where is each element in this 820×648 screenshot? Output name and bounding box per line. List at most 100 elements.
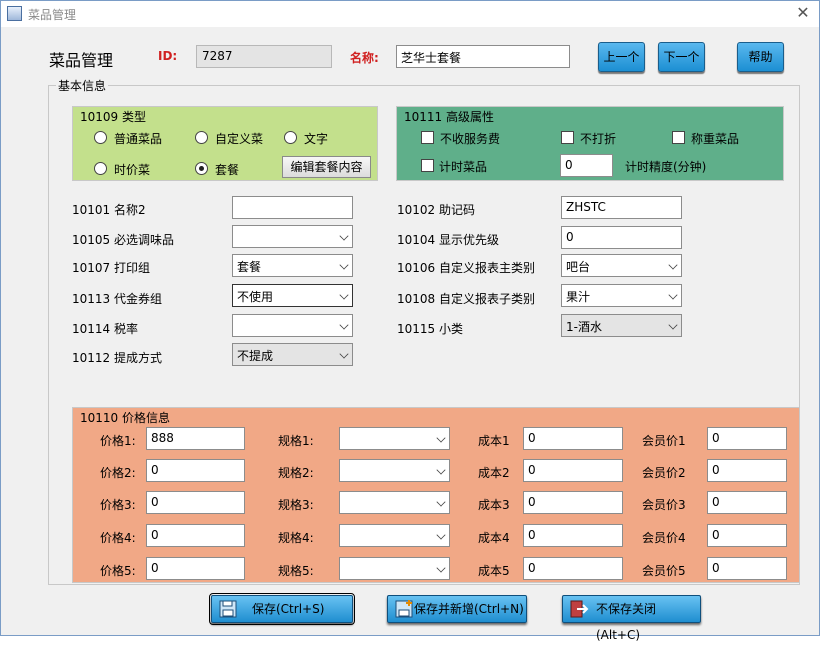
close-icon[interactable]: ✕ [793, 3, 813, 23]
edit-set-meal-button[interactable]: 编辑套餐内容 [282, 156, 371, 178]
type-radio-text[interactable] [284, 131, 297, 144]
save-and-new-button[interactable]: 保存并新增(Ctrl+N) [387, 595, 527, 623]
next-button[interactable]: 下一个 [658, 42, 705, 72]
cost-label: 成本4 [478, 531, 510, 545]
member-price-label: 会员价5 [642, 564, 686, 578]
commission-value: 不提成 [237, 349, 274, 363]
tax-rate-select[interactable] [232, 314, 353, 337]
spec-select[interactable] [339, 491, 450, 514]
spec-select[interactable] [339, 557, 450, 580]
name-label: 名称: [350, 51, 379, 65]
title-bar: 菜品管理 ✕ [1, 1, 819, 27]
price-label: 价格3: [100, 498, 136, 512]
type-option-market-price: 时价菜 [114, 163, 151, 177]
price-input[interactable]: 0 [146, 491, 245, 514]
dish-management-window: 菜品管理 ✕ 菜品管理 ID: 7287 名称: 芝华士套餐 上一个 下一个 帮… [0, 0, 820, 642]
mnemonic-label: 10102 助记码 [397, 203, 475, 217]
app-icon [7, 6, 22, 21]
chevron-down-icon [436, 563, 446, 573]
weigh-dish-checkbox[interactable] [672, 131, 685, 144]
close-without-save-label: 不保存关闭(Alt+C) [596, 602, 657, 642]
cost-input[interactable]: 0 [523, 524, 623, 547]
coupon-group-select[interactable]: 不使用 [232, 284, 353, 307]
no-service-fee-checkbox[interactable] [421, 131, 434, 144]
report-main-select[interactable]: 吧台 [561, 254, 682, 277]
page-title: 菜品管理 [49, 51, 114, 70]
member-price-label: 会员价1 [642, 434, 686, 448]
member-price-input[interactable]: 0 [707, 427, 787, 450]
chevron-down-icon [668, 320, 678, 330]
cost-label: 成本1 [478, 434, 510, 448]
cost-input[interactable]: 0 [523, 427, 623, 450]
priority-label: 10104 显示优先级 [397, 233, 499, 247]
chevron-down-icon [668, 260, 678, 270]
print-group-label: 10107 打印组 [72, 261, 150, 275]
chevron-down-icon [339, 349, 349, 359]
price-label: 价格1: [100, 434, 136, 448]
coupon-group-value: 不使用 [237, 290, 274, 304]
type-option-text: 文字 [304, 132, 329, 146]
tax-rate-label: 10114 税率 [72, 322, 138, 336]
no-discount-label: 不打折 [580, 132, 617, 146]
id-label: ID: [158, 49, 178, 63]
help-button[interactable]: 帮助 [737, 42, 784, 72]
type-group-label: 10109 类型 [80, 110, 146, 124]
spec-label: 规格1: [278, 434, 314, 448]
advanced-group-label: 10111 高级属性 [404, 110, 494, 124]
price-input[interactable]: 0 [146, 524, 245, 547]
price-input[interactable]: 0 [146, 557, 245, 580]
save-icon [218, 600, 238, 618]
name-field[interactable]: 芝华士套餐 [396, 45, 570, 68]
member-price-input[interactable]: 0 [707, 459, 787, 482]
type-radio-custom[interactable] [195, 131, 208, 144]
cost-input[interactable]: 0 [523, 491, 623, 514]
type-radio-normal[interactable] [94, 131, 107, 144]
spec-select[interactable] [339, 459, 450, 482]
type-option-custom: 自定义菜 [215, 132, 264, 146]
priority-input[interactable]: 0 [561, 226, 682, 249]
print-group-value: 套餐 [237, 260, 262, 274]
report-sub-value: 果汁 [566, 290, 591, 304]
type-option-normal: 普通菜品 [114, 132, 163, 146]
save-button[interactable]: 保存(Ctrl+S) [209, 593, 355, 625]
spec-select[interactable] [339, 524, 450, 547]
member-price-label: 会员价3 [642, 498, 686, 512]
prev-button[interactable]: 上一个 [598, 42, 645, 72]
timed-dish-label: 计时菜品 [439, 160, 488, 174]
timer-precision-input[interactable]: 0 [560, 154, 613, 177]
subclass-label: 10115 小类 [397, 322, 463, 336]
spec-label: 规格5: [278, 564, 314, 578]
name2-input[interactable] [232, 196, 353, 219]
print-group-select[interactable]: 套餐 [232, 254, 353, 277]
price-label: 价格2: [100, 466, 136, 480]
id-field: 7287 [196, 45, 332, 68]
type-radio-market-price[interactable] [94, 162, 107, 175]
type-radio-set-meal[interactable] [195, 162, 208, 175]
seasoning-select[interactable] [232, 225, 353, 248]
timer-precision-label: 计时精度(分钟) [625, 160, 707, 174]
save-button-label: 保存(Ctrl+S) [252, 602, 325, 616]
timed-dish-checkbox[interactable] [421, 159, 434, 172]
cost-input[interactable]: 0 [523, 459, 623, 482]
cost-input[interactable]: 0 [523, 557, 623, 580]
spec-label: 规格3: [278, 498, 314, 512]
member-price-input[interactable]: 0 [707, 524, 787, 547]
no-discount-checkbox[interactable] [561, 131, 574, 144]
chevron-down-icon [436, 433, 446, 443]
member-price-input[interactable]: 0 [707, 557, 787, 580]
seasoning-label: 10105 必选调味品 [72, 233, 174, 247]
subclass-select[interactable]: 1-酒水 [561, 314, 682, 337]
price-input[interactable]: 0 [146, 459, 245, 482]
chevron-down-icon [436, 497, 446, 507]
mnemonic-input[interactable]: ZHSTC [561, 196, 682, 219]
type-option-set-meal: 套餐 [215, 163, 240, 177]
report-sub-select[interactable]: 果汁 [561, 284, 682, 307]
member-price-input[interactable]: 0 [707, 491, 787, 514]
close-without-save-button[interactable]: 不保存关闭(Alt+C) [562, 595, 701, 642]
report-main-value: 吧台 [566, 260, 591, 274]
commission-select[interactable]: 不提成 [232, 343, 353, 366]
price-label: 价格4: [100, 531, 136, 545]
price-input[interactable]: 888 [146, 427, 245, 450]
chevron-down-icon [436, 465, 446, 475]
spec-select[interactable] [339, 427, 450, 450]
